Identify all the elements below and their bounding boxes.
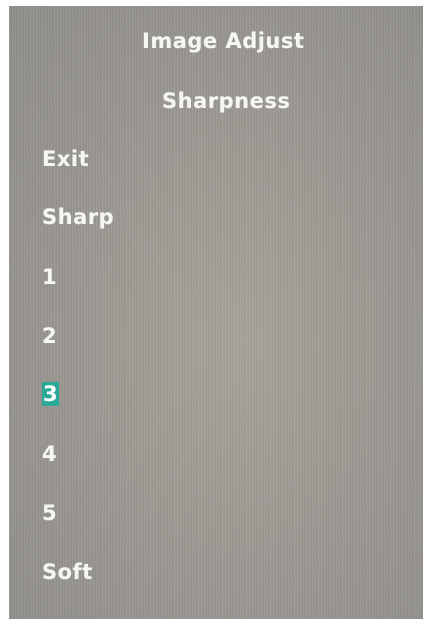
osd-subtitle: Sharpness [162, 89, 291, 113]
menu-item-soft[interactable]: Soft [42, 560, 93, 584]
menu-item-sharp[interactable]: Sharp [42, 205, 114, 229]
menu-item-3-selected[interactable]: 3 [42, 382, 60, 406]
osd-title: Image Adjust [142, 29, 305, 53]
selection-highlight: 3 [42, 382, 60, 406]
menu-item-4[interactable]: 4 [42, 442, 57, 466]
menu-item-1[interactable]: 1 [42, 265, 57, 289]
monitor-frame: Image Adjust Sharpness Exit Sharp 1 2 3 … [0, 0, 429, 625]
menu-item-5[interactable]: 5 [42, 501, 57, 525]
menu-item-2[interactable]: 2 [42, 324, 57, 348]
menu-item-exit[interactable]: Exit [42, 147, 89, 171]
osd-screen: Image Adjust Sharpness Exit Sharp 1 2 3 … [9, 6, 423, 619]
